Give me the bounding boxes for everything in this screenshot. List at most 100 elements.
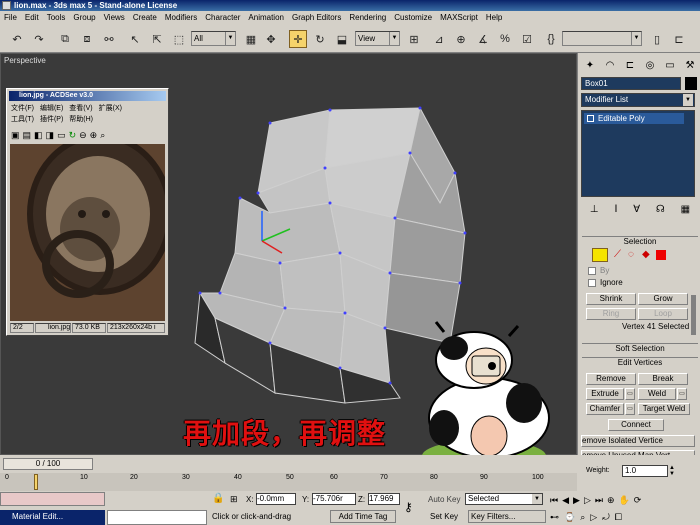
angle-snap-icon[interactable]: ∡ — [474, 30, 492, 48]
acdsee-menu-edit[interactable]: 编辑(E) — [40, 104, 63, 113]
named-selection-sets-dropdown[interactable]: ▼ — [562, 31, 642, 46]
acdsee-title-bar[interactable]: lion.jpg - ACDSee v3.0 — [9, 91, 166, 101]
key-mode-icon[interactable]: ⊷ — [550, 512, 559, 523]
utilities-tab-icon[interactable]: ⚒ — [682, 57, 698, 73]
time-slider[interactable]: 0 / 100 — [3, 458, 93, 470]
shrink-button[interactable]: Shrink — [586, 293, 636, 305]
window-crossing-icon[interactable]: ▦ — [242, 30, 260, 48]
weld-settings-icon[interactable]: ▭ — [677, 388, 687, 400]
object-color-swatch[interactable] — [685, 77, 697, 90]
remove-isolated-vertices-button[interactable]: emove Isolated Vertice — [581, 435, 695, 447]
stack-item-editable-poly[interactable]: Editable Poly — [584, 113, 684, 124]
maxscript-listener[interactable] — [0, 492, 105, 506]
field-of-view-icon[interactable]: ▷ — [590, 512, 597, 523]
select-and-rotate-icon[interactable]: ↻ — [311, 30, 329, 48]
prev-frame-icon[interactable]: ◀ — [562, 495, 569, 506]
connect-button[interactable]: Connect — [608, 419, 664, 431]
modify-tab-icon[interactable]: ◠ — [602, 57, 618, 73]
modifier-list-dropdown[interactable]: Modifier List ▼ — [581, 93, 695, 107]
ring-button[interactable]: Ring — [586, 308, 636, 320]
soft-selection-rollout-header[interactable]: Soft Selection — [582, 343, 698, 353]
key-mode-dropdown[interactable]: Selected ▼ — [465, 493, 543, 505]
command-panel-scrollbar[interactable] — [691, 295, 696, 335]
zoom-extents-icon[interactable]: ⊕ — [607, 495, 615, 506]
menu-animation[interactable]: Animation — [244, 11, 288, 25]
acdsee-menu-view[interactable]: 查看(V) — [69, 104, 92, 113]
next-frame-icon[interactable]: ▷ — [584, 495, 591, 506]
menu-group[interactable]: Group — [69, 11, 99, 25]
absolute-mode-icon[interactable]: ⊞ — [230, 494, 238, 505]
browse-icon[interactable]: ▣ — [11, 130, 20, 141]
selection-filter-dropdown[interactable]: All ▼ — [191, 31, 236, 46]
expand-icon[interactable] — [587, 115, 594, 122]
show-end-result-icon[interactable]: Ⅰ — [614, 204, 617, 215]
next-icon[interactable]: ◨ — [46, 130, 55, 141]
extrude-settings-icon[interactable]: ▭ — [625, 388, 635, 400]
menu-file[interactable]: File — [0, 11, 21, 25]
border-mode-icon[interactable]: ◌ — [628, 249, 634, 260]
select-move-icon[interactable]: ✥ — [262, 30, 280, 48]
redo-icon[interactable]: ↷ — [30, 30, 48, 48]
zoom-icon[interactable]: ⌕ — [100, 130, 105, 141]
acdsee-menu-file[interactable]: 文件(F) — [11, 104, 34, 113]
set-key-button[interactable]: Set Key — [430, 512, 458, 521]
remove-button[interactable]: Remove — [586, 373, 636, 385]
display-tab-icon[interactable]: ▭ — [662, 57, 678, 73]
mirror-selected-icon[interactable]: ▯ — [648, 30, 666, 48]
y-coordinate-field[interactable]: -75.706r — [312, 493, 356, 505]
link-icon[interactable]: ⧉ — [56, 30, 74, 48]
auto-key-button[interactable]: Auto Key — [428, 495, 460, 504]
orbit-icon[interactable]: ⟳ — [634, 495, 642, 506]
pivot-center-icon[interactable]: ⊞ — [405, 30, 423, 48]
edge-mode-icon[interactable]: ⟋ — [614, 249, 621, 260]
configure-icon[interactable]: ▦ — [681, 204, 690, 215]
weight-spinner-icon[interactable]: ▲ ▼ — [669, 465, 677, 477]
go-to-start-icon[interactable]: ⏮ — [550, 495, 558, 506]
pin-stack-icon[interactable]: ⊥ — [590, 204, 599, 215]
acdsee-menu-plugins[interactable]: 插件(P) — [40, 115, 63, 124]
motion-tab-icon[interactable]: ◎ — [642, 57, 658, 73]
menu-tools[interactable]: Tools — [43, 11, 70, 25]
menu-help[interactable]: Help — [482, 11, 506, 25]
break-button[interactable]: Break — [638, 373, 688, 385]
material-editor-taskbar-button[interactable]: Material Edit... — [0, 510, 105, 525]
pan-icon[interactable]: ✋ — [619, 495, 630, 506]
full-screen-icon[interactable]: ▭ — [57, 130, 66, 141]
make-unique-icon[interactable]: ∀ — [633, 204, 640, 215]
menu-edit[interactable]: Edit — [21, 11, 43, 25]
chamfer-settings-icon[interactable]: ▭ — [625, 403, 635, 415]
modifier-stack[interactable]: Editable Poly — [581, 110, 695, 197]
select-object-icon[interactable]: ↖ — [126, 30, 144, 48]
edit-vertices-rollout-header[interactable]: Edit Vertices — [582, 357, 698, 367]
unlink-icon[interactable]: ⧈ — [78, 30, 96, 48]
x-coordinate-field[interactable]: -0.0mm — [256, 493, 296, 505]
rotate-icon[interactable]: ↻ — [69, 130, 77, 141]
chamfer-button[interactable]: Chamfer — [586, 403, 624, 415]
by-vertex-checkbox[interactable] — [588, 267, 596, 275]
create-tab-icon[interactable]: ✦ — [582, 57, 598, 73]
reference-coord-dropdown[interactable]: View ▼ — [355, 31, 400, 46]
grow-button[interactable]: Grow — [638, 293, 688, 305]
play-icon[interactable]: ▶ — [573, 495, 580, 506]
weld-button[interactable]: Weld — [638, 388, 676, 400]
go-to-end-icon[interactable]: ⏭ — [595, 495, 603, 506]
select-and-scale-icon[interactable]: ⬓ — [333, 30, 351, 48]
selection-rollout-header[interactable]: Selection — [582, 236, 698, 246]
menu-maxscript[interactable]: MAXScript — [436, 11, 482, 25]
remove-modifier-icon[interactable]: ☊ — [656, 204, 665, 215]
arc-rotate-icon[interactable]: ⤾ — [602, 512, 610, 523]
polygon-mode-icon[interactable]: ◆ — [642, 249, 650, 260]
folder-icon[interactable]: ▤ — [23, 130, 32, 141]
target-weld-button[interactable]: Target Weld — [638, 403, 690, 415]
object-name-field[interactable]: Box01 — [581, 77, 681, 90]
bind-space-warp-icon[interactable]: ⚯ — [100, 30, 118, 48]
weight-field[interactable]: 1.0 — [622, 465, 668, 477]
vertex-mode-icon[interactable] — [592, 248, 608, 262]
align-icon[interactable]: ⊏ — [670, 30, 688, 48]
menu-character[interactable]: Character — [201, 11, 244, 25]
named-selection-icon[interactable]: {} — [542, 30, 560, 48]
prev-icon[interactable]: ◧ — [34, 130, 43, 141]
zoom-icon[interactable]: ⌕ — [580, 512, 585, 523]
current-frame-marker[interactable] — [34, 474, 38, 490]
key-icon[interactable]: ⚷ — [404, 500, 413, 514]
